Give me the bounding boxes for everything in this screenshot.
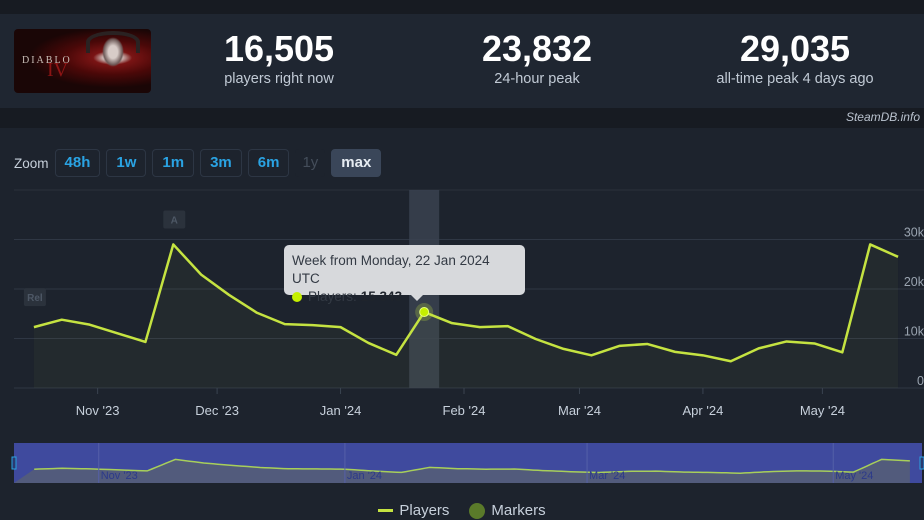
stat-value: 23,832 xyxy=(481,28,593,69)
x-tick-label: Apr '24 xyxy=(683,403,724,418)
marker-label: A xyxy=(171,215,178,226)
steamdb-credit[interactable]: SteamDB.info xyxy=(846,110,920,124)
character-face xyxy=(102,37,124,67)
x-tick-label: Mar '24 xyxy=(558,403,601,418)
stat-current-players: 16,505 players right now xyxy=(199,28,359,88)
navigator-tick-label: May '24 xyxy=(835,470,873,482)
x-tick-label: Nov '23 xyxy=(76,403,120,418)
game-logo-numeral: IV xyxy=(47,59,69,81)
tooltip-title: Week from Monday, 22 Jan 2024 UTC xyxy=(292,253,490,286)
navigator-tick-label: Jan '24 xyxy=(347,470,382,482)
navigator-handle-left[interactable] xyxy=(11,456,17,470)
stat-all-time-peak: 29,035 all-time peak 4 days ago xyxy=(700,28,890,88)
x-tick-label: Jan '24 xyxy=(320,403,362,418)
top-bar xyxy=(0,0,924,14)
series-color-dot xyxy=(292,292,302,302)
legend-label: Markers xyxy=(491,502,546,519)
tooltip-row: Players: 15 343 xyxy=(292,288,517,306)
navigator-tick-label: Mar '24 xyxy=(589,470,625,482)
stat-value: 29,035 xyxy=(739,28,851,69)
legend-label: Players xyxy=(399,502,450,519)
navigator-handle-right[interactable] xyxy=(919,456,924,470)
tooltip-series-label: Players: xyxy=(308,289,357,304)
tooltip-value: 15 343 xyxy=(360,289,403,304)
chart-tooltip: Week from Monday, 22 Jan 2024 UTC Player… xyxy=(284,245,525,304)
y-axis: 0 10k 20k 30k xyxy=(904,226,924,389)
y-tick-label: 30k xyxy=(904,226,924,240)
x-axis: Nov '23 Dec '23 Jan '24 Feb '24 Mar '24 Apr '… xyxy=(76,388,845,418)
stat-24h-peak: 23,832 24-hour peak xyxy=(457,28,617,88)
player-count-chart[interactable]: Rel A Nov '23 Dec '23 Jan '24 Feb '24 Mar '24… xyxy=(0,180,924,500)
zoom-1y-button: 1y xyxy=(295,149,326,177)
zoom-1m-button[interactable]: 1m xyxy=(152,149,195,177)
stat-label: 24-hour peak xyxy=(494,71,580,87)
y-tick-label: 0 xyxy=(917,374,924,388)
navigator[interactable]: Nov '23 Jan '24 Mar '24 May '24 xyxy=(11,443,924,483)
credit-bar xyxy=(0,108,924,128)
marker-label: Rel xyxy=(27,293,43,304)
zoom-controls: Zoom 48h 1w 1m 3m 6m 1y max xyxy=(14,149,387,177)
game-thumbnail[interactable]: DIABLO IV xyxy=(14,29,151,93)
zoom-max-button[interactable]: max xyxy=(331,149,382,177)
y-tick-label: 20k xyxy=(904,275,924,289)
zoom-48h-button[interactable]: 48h xyxy=(54,149,101,177)
zoom-label: Zoom xyxy=(14,155,49,171)
x-tick-label: May '24 xyxy=(800,403,845,418)
stat-label: all-time peak 4 days ago xyxy=(716,71,874,87)
zoom-6m-button[interactable]: 6m xyxy=(247,149,290,177)
line-swatch-icon xyxy=(378,509,394,512)
legend-item-players[interactable]: Players xyxy=(378,502,449,519)
stat-value: 16,505 xyxy=(223,28,335,69)
stat-label: players right now xyxy=(224,71,334,87)
navigator-tick-label: Nov '23 xyxy=(101,470,138,482)
x-tick-label: Feb '24 xyxy=(443,403,486,418)
y-tick-label: 10k xyxy=(904,325,924,339)
x-tick-label: Dec '23 xyxy=(195,403,239,418)
point-dot xyxy=(419,307,430,318)
dot-swatch-icon xyxy=(469,502,486,519)
zoom-1w-button[interactable]: 1w xyxy=(106,149,147,177)
zoom-3m-button[interactable]: 3m xyxy=(200,149,242,177)
legend-item-markers[interactable]: Markers xyxy=(469,502,546,519)
chart-legend: Players Markers xyxy=(0,502,924,519)
